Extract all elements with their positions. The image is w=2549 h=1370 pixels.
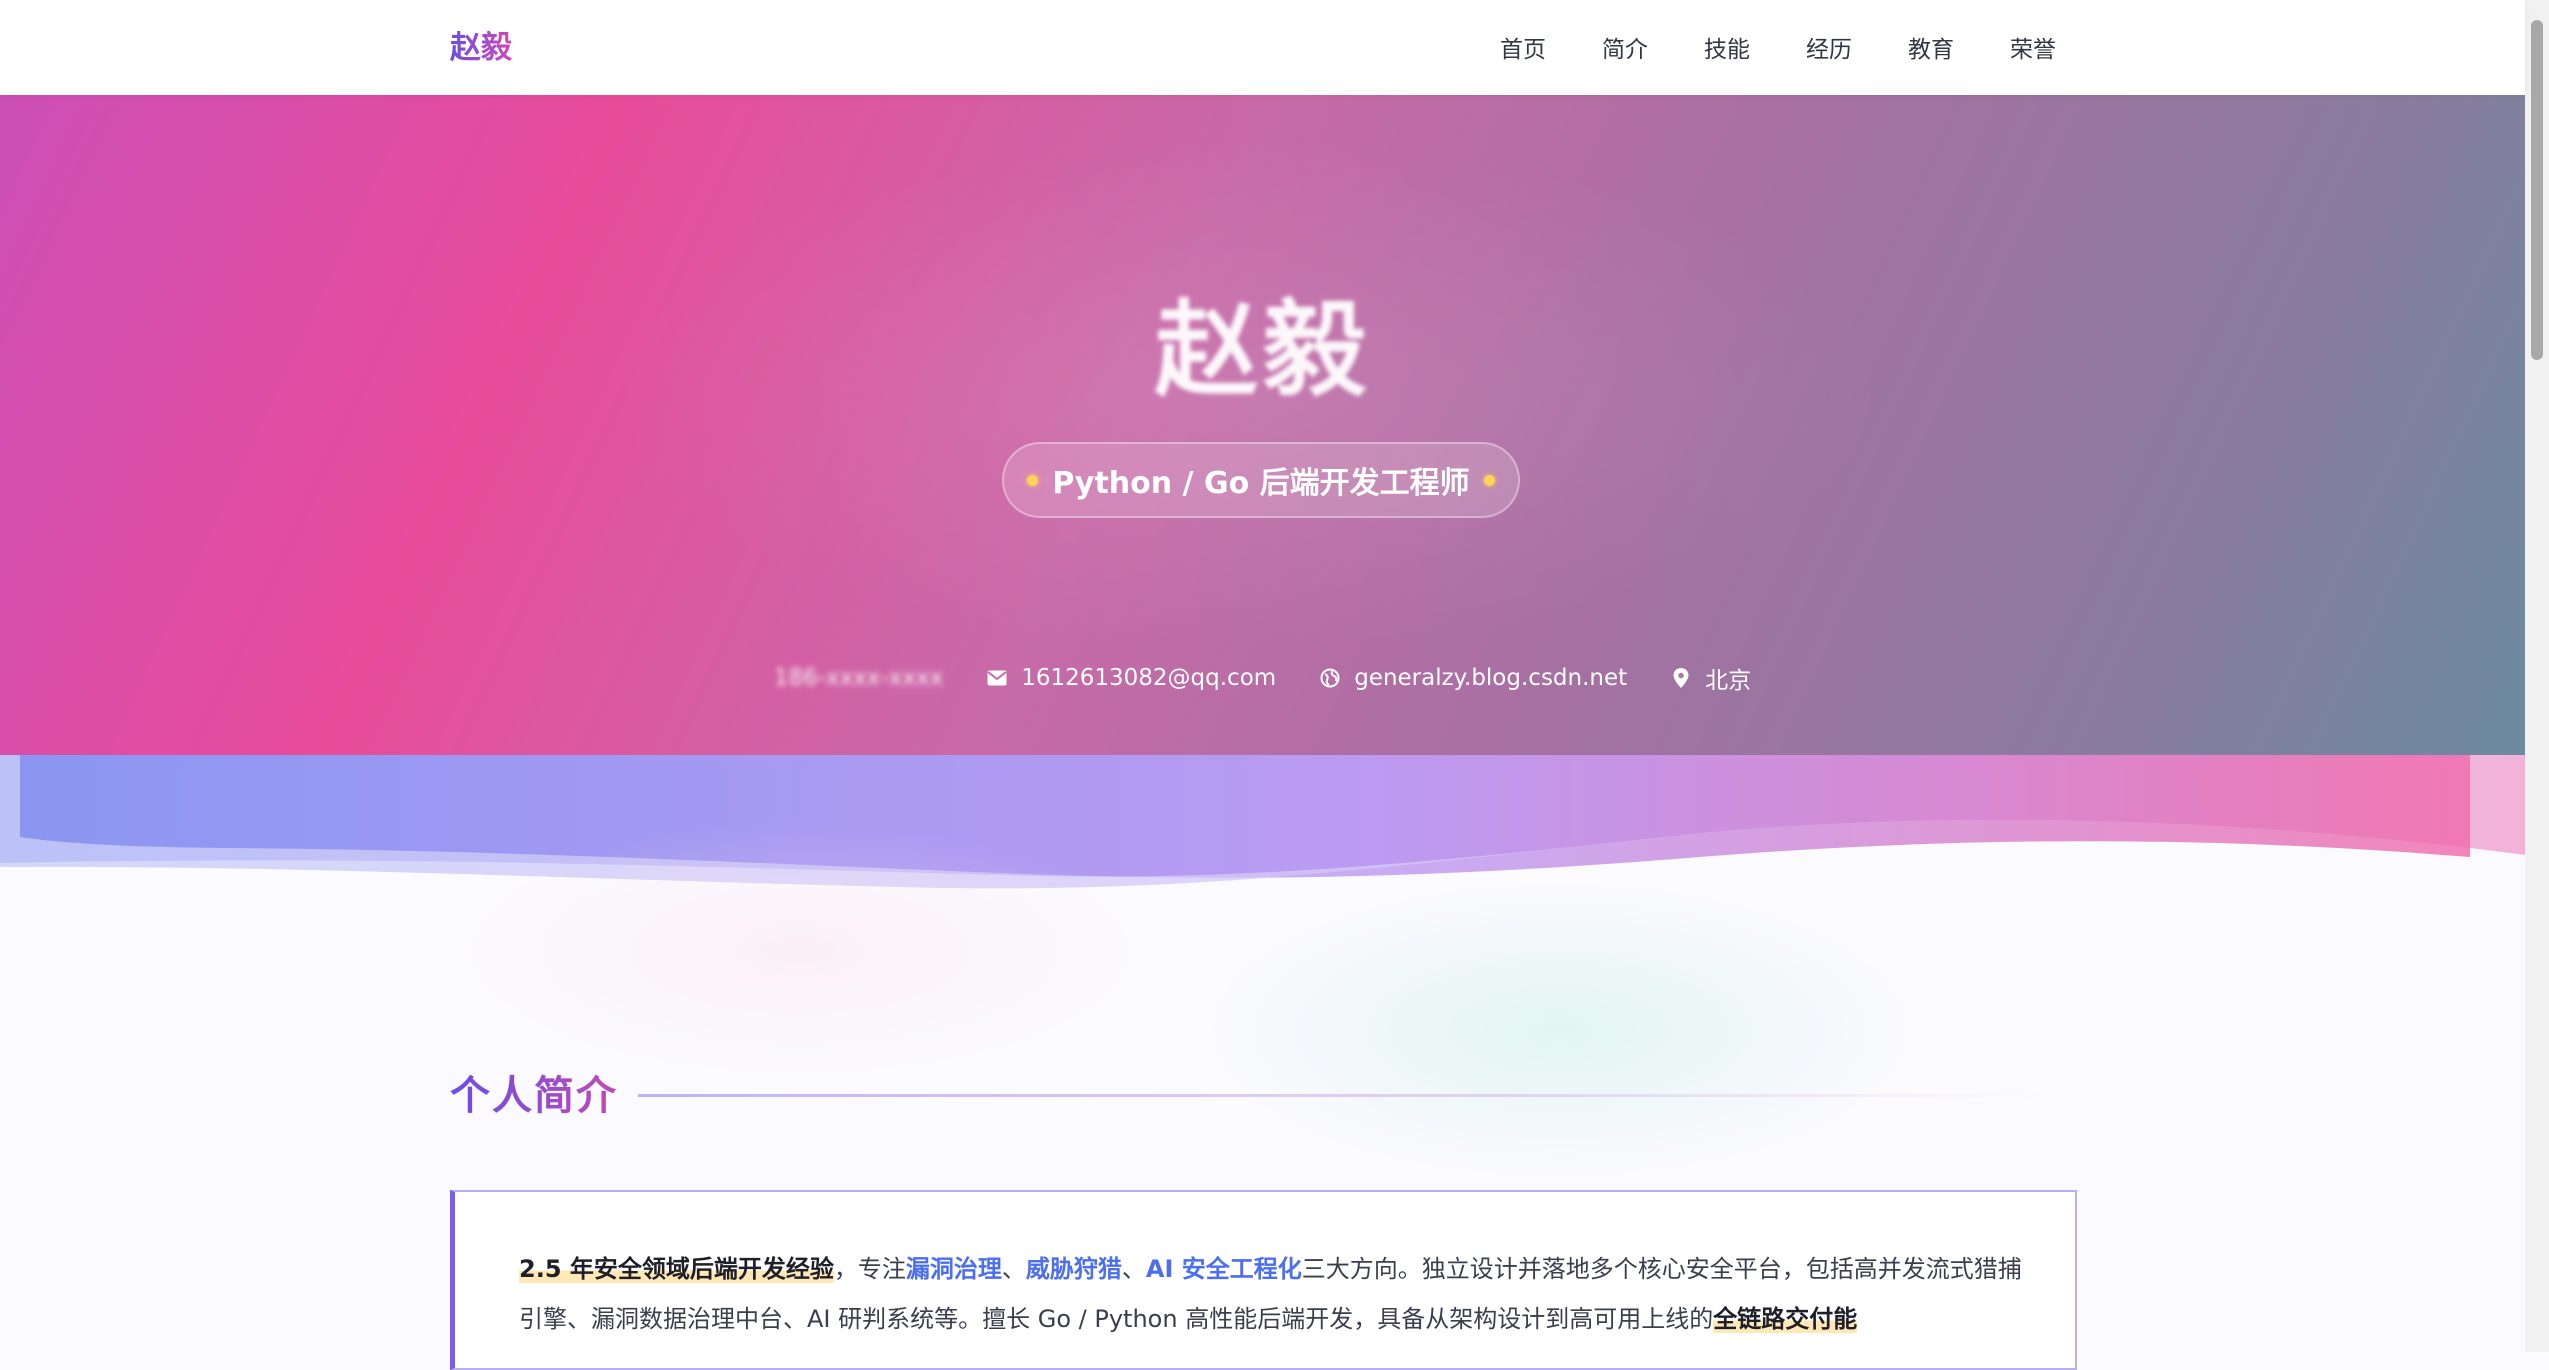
intro-keyword-ai: AI 安全工程化 [1145,1255,1302,1283]
intro-keyword-vuln: 漏洞治理 [905,1255,1002,1283]
nav-link-honors[interactable]: 荣誉 [2010,28,2056,72]
mail-icon [987,668,1007,688]
contact-location: 北京 [1671,661,1751,695]
intro-text-segment: 、 [1001,1255,1026,1283]
role-badge: Python / Go 后端开发工程师 [1002,442,1520,518]
location-text: 北京 [1705,668,1752,694]
globe-icon [1320,668,1340,688]
nav-link-home[interactable]: 首页 [1500,28,1546,72]
intro-keyword-hunting: 威胁狩猎 [1025,1255,1122,1283]
intro-text-segment: ，专注 [833,1255,906,1283]
section-title-about: 个人简介 [450,1068,618,1124]
contact-phone[interactable]: 186-xxxx-xxxx [774,665,943,691]
badge-dot-left [1027,474,1039,486]
role-text: Python / Go 后端开发工程师 [1052,466,1470,501]
email-text: 1612613082@qq.com [1021,665,1277,691]
nav-link-education[interactable]: 教育 [1908,28,1954,72]
contact-list: 186-xxxx-xxxx 1612613082@qq.com generalz… [0,661,2525,695]
bg-blob-mint [1200,880,1920,1180]
nav-link-skills[interactable]: 技能 [1704,28,1750,72]
nav-link-about[interactable]: 简介 [1602,28,1648,72]
hero-banner: 赵毅 Python / Go 后端开发工程师 186-xxxx-xxxx 161… [0,95,2525,755]
intro-highlight-experience: 2.5 年安全领域后端开发经验 [519,1255,834,1283]
pin-icon [1671,668,1691,688]
contact-blog[interactable]: generalzy.blog.csdn.net [1320,665,1627,691]
blog-text: generalzy.blog.csdn.net [1354,665,1628,691]
phone-text: 186-xxxx-xxxx [773,665,944,691]
badge-dot-right [1483,474,1495,486]
intro-card: 2.5 年安全领域后端开发经验，专注漏洞治理、威胁狩猎、AI 安全工程化三大方向… [450,1190,2077,1370]
top-nav: 赵毅 首页 简介 技能 经历 教育 荣誉 [0,0,2525,95]
nav-links: 首页 简介 技能 经历 教育 荣誉 [1500,28,2056,72]
contact-email[interactable]: 1612613082@qq.com [987,665,1276,691]
intro-paragraph: 2.5 年安全领域后端开发经验，专注漏洞治理、威胁狩猎、AI 安全工程化三大方向… [519,1244,2039,1344]
intro-highlight-delivery: 全链路交付能 [1713,1305,1858,1333]
scrollbar-thumb[interactable] [2531,20,2543,360]
nav-link-experience[interactable]: 经历 [1806,28,1852,72]
intro-text-segment: 、 [1121,1255,1146,1283]
page-scrollbar[interactable] [2525,0,2549,1352]
section-divider [638,1094,2048,1097]
hero-name: 赵毅 [1154,289,1371,411]
bg-blob-pink [450,820,1150,1080]
brand-logo[interactable]: 赵毅 [450,26,512,70]
